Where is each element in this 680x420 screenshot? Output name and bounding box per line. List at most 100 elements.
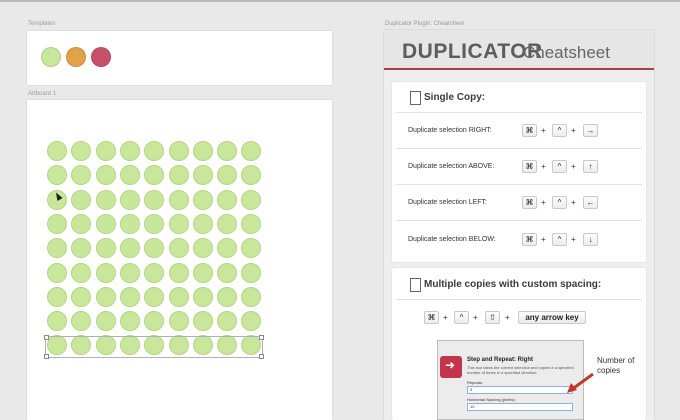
grid-dot[interactable] [119,189,140,210]
grid-dot[interactable] [71,262,92,283]
plus-sign: + [541,126,546,135]
control-key-icon: ^ [552,124,567,137]
grid-dot[interactable] [95,141,116,161]
grid-dot[interactable] [119,286,140,307]
grid-dot[interactable] [217,213,238,234]
template-swatch-orange[interactable] [66,47,86,67]
plus-sign: + [505,313,510,322]
grid-dot[interactable] [192,311,213,332]
grid-dot[interactable] [144,262,165,283]
arrow-left-key-icon: ← [583,196,598,209]
grid-dot[interactable] [241,189,262,210]
single-copy-card [392,82,646,262]
grid-dot[interactable] [71,286,92,307]
shortcut-label-above: Duplicate selection ABOVE: [408,163,495,170]
grid-dot[interactable] [47,311,67,332]
arrow-down-key-icon: ↓ [583,233,598,246]
any-arrow-key: any arrow key [518,311,586,324]
grid-dot[interactable] [168,262,189,283]
grid-dot[interactable] [168,189,189,210]
grid-dot[interactable] [119,141,140,161]
plus-sign: + [541,162,546,171]
arrow-right-key-icon: → [583,124,598,137]
grid-dot[interactable] [71,189,92,210]
grid-dot[interactable] [192,141,213,161]
templates-artboard-label: Templates [28,21,56,27]
grid-dot[interactable] [47,286,67,307]
arrow-up-key-icon: ↑ [583,160,598,173]
control-key-icon: ^ [552,160,567,173]
grid-dot[interactable] [95,262,116,283]
command-key-icon: ⌘ [522,124,537,137]
repeats-label: Repeats: [467,380,484,385]
grid-dot[interactable] [47,262,67,283]
control-key-icon: ^ [552,233,567,246]
grid-dot[interactable] [192,213,213,234]
grid-dot[interactable] [192,262,213,283]
grid-dot[interactable] [119,311,140,332]
divider [396,184,642,185]
shortcut-label-below: Duplicate selection BELOW: [408,236,496,243]
command-key-icon: ⌘ [424,311,439,324]
grid-dot[interactable] [95,213,116,234]
grid-dot[interactable] [192,286,213,307]
plus-sign: + [571,126,576,135]
plus-sign: + [541,198,546,207]
grid-dot[interactable] [119,213,140,234]
grid-dot[interactable] [95,311,116,332]
grid-dot[interactable] [168,286,189,307]
shortcut-label-left: Duplicate selection LEFT: [408,199,487,206]
selection-box[interactable] [44,335,264,359]
grid-dot[interactable] [47,141,67,161]
grid-dot[interactable] [119,262,140,283]
grid-dot[interactable] [241,262,262,283]
template-swatch-green[interactable] [41,47,61,67]
grid-dot[interactable] [144,286,165,307]
shift-key-icon: ⇧ [485,311,500,324]
shortcut-label-right: Duplicate selection RIGHT: [408,127,492,134]
grid-dot[interactable] [217,286,238,307]
selection-handle[interactable] [259,335,264,340]
grid-dot[interactable] [168,311,189,332]
grid-dot[interactable] [95,165,116,186]
grid-dot[interactable] [119,238,140,259]
selection-handle[interactable] [44,335,49,340]
command-key-icon: ⌘ [522,160,537,173]
control-key-icon: ^ [552,196,567,209]
grid-dot[interactable] [217,189,238,210]
dialog-title: Step and Repeat: Right [467,357,534,363]
plus-sign: + [571,198,576,207]
plus-sign: + [443,313,448,322]
grid-dot[interactable] [144,189,165,210]
control-key-icon: ^ [454,311,469,324]
spacing-input[interactable]: 10 [467,403,573,411]
grid-dot[interactable] [47,213,67,234]
selection-handle[interactable] [259,354,264,359]
grid-dot[interactable] [144,213,165,234]
grid-dot[interactable] [192,238,213,259]
grid-dot[interactable] [168,165,189,186]
document-icon [407,278,421,296]
cheatsheet-title: DUPLICATOR [402,40,543,63]
grid-dot[interactable] [217,141,238,161]
repeats-input[interactable]: 3 [467,386,573,394]
grid-dot[interactable] [192,165,213,186]
divider [396,220,642,221]
callout-arrow-icon [567,372,594,393]
grid-dot[interactable] [168,238,189,259]
grid-dot[interactable] [168,141,189,161]
template-swatch-red[interactable] [91,47,111,67]
plus-sign: + [541,235,546,244]
divider [396,112,642,113]
grid-dot[interactable] [95,189,116,210]
grid-dot[interactable] [192,189,213,210]
spacing-label: Horizontal Spacing (pixels): [467,397,516,402]
multiple-copies-heading: Multiple copies with custom spacing: [424,279,602,290]
grid-dot[interactable] [217,262,238,283]
dialog-description: This tool takes the current selection an… [467,365,574,375]
artboard-1-label: Artboard 1 [28,91,57,97]
grid-dot[interactable] [95,286,116,307]
grid-dot[interactable] [95,238,116,259]
grid-dot[interactable] [168,213,189,234]
selection-handle[interactable] [44,354,49,359]
